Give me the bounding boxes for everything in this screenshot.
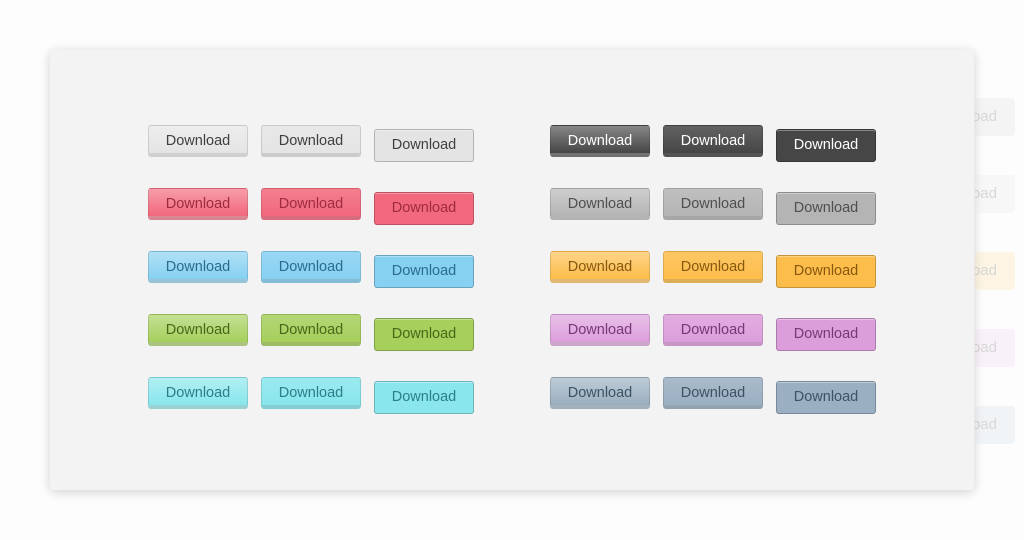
faded-button-label: Download — [975, 262, 997, 279]
faded-download-button: Download — [975, 329, 1015, 367]
download-button-steel-2[interactable]: Download — [663, 377, 763, 409]
download-button-steel-1[interactable]: Download — [550, 377, 650, 409]
download-button-pink-3[interactable]: Download — [374, 192, 474, 225]
download-button-gray-1[interactable]: Download — [148, 125, 248, 157]
faded-download-button: Download — [975, 406, 1015, 444]
download-button-pink-1[interactable]: Download — [148, 188, 248, 220]
download-button-green-3[interactable]: Download — [374, 318, 474, 351]
download-button-silver-3[interactable]: Download — [776, 192, 876, 225]
download-button-dark-3[interactable]: Download — [776, 129, 876, 162]
download-button-blue-2[interactable]: Download — [261, 251, 361, 283]
download-button-steel-3[interactable]: Download — [776, 381, 876, 414]
download-button-cyan-1[interactable]: Download — [148, 377, 248, 409]
download-button-orange-3[interactable]: Download — [776, 255, 876, 288]
download-button-gray-3[interactable]: Download — [374, 129, 474, 162]
download-button-purple-2[interactable]: Download — [663, 314, 763, 346]
faded-download-button: Download — [975, 252, 1015, 290]
download-button-blue-1[interactable]: Download — [148, 251, 248, 283]
download-button-silver-2[interactable]: Download — [663, 188, 763, 220]
download-button-purple-3[interactable]: Download — [776, 318, 876, 351]
download-button-dark-2[interactable]: Download — [663, 125, 763, 157]
download-button-gray-2[interactable]: Download — [261, 125, 361, 157]
download-button-cyan-3[interactable]: Download — [374, 381, 474, 414]
download-button-silver-1[interactable]: Download — [550, 188, 650, 220]
download-button-green-2[interactable]: Download — [261, 314, 361, 346]
download-button-dark-1[interactable]: Download — [550, 125, 650, 157]
faded-button-label: Download — [975, 185, 997, 202]
faded-button-label: Download — [975, 108, 997, 125]
download-button-green-1[interactable]: Download — [148, 314, 248, 346]
faded-button-label: Download — [975, 339, 997, 356]
download-button-orange-1[interactable]: Download — [550, 251, 650, 283]
faded-button-label: Download — [975, 416, 997, 433]
download-button-purple-1[interactable]: Download — [550, 314, 650, 346]
download-button-orange-2[interactable]: Download — [663, 251, 763, 283]
download-button-blue-3[interactable]: Download — [374, 255, 474, 288]
download-button-pink-2[interactable]: Download — [261, 188, 361, 220]
faded-download-button: Download — [975, 98, 1015, 136]
download-button-cyan-2[interactable]: Download — [261, 377, 361, 409]
faded-download-button: Download — [975, 175, 1015, 213]
